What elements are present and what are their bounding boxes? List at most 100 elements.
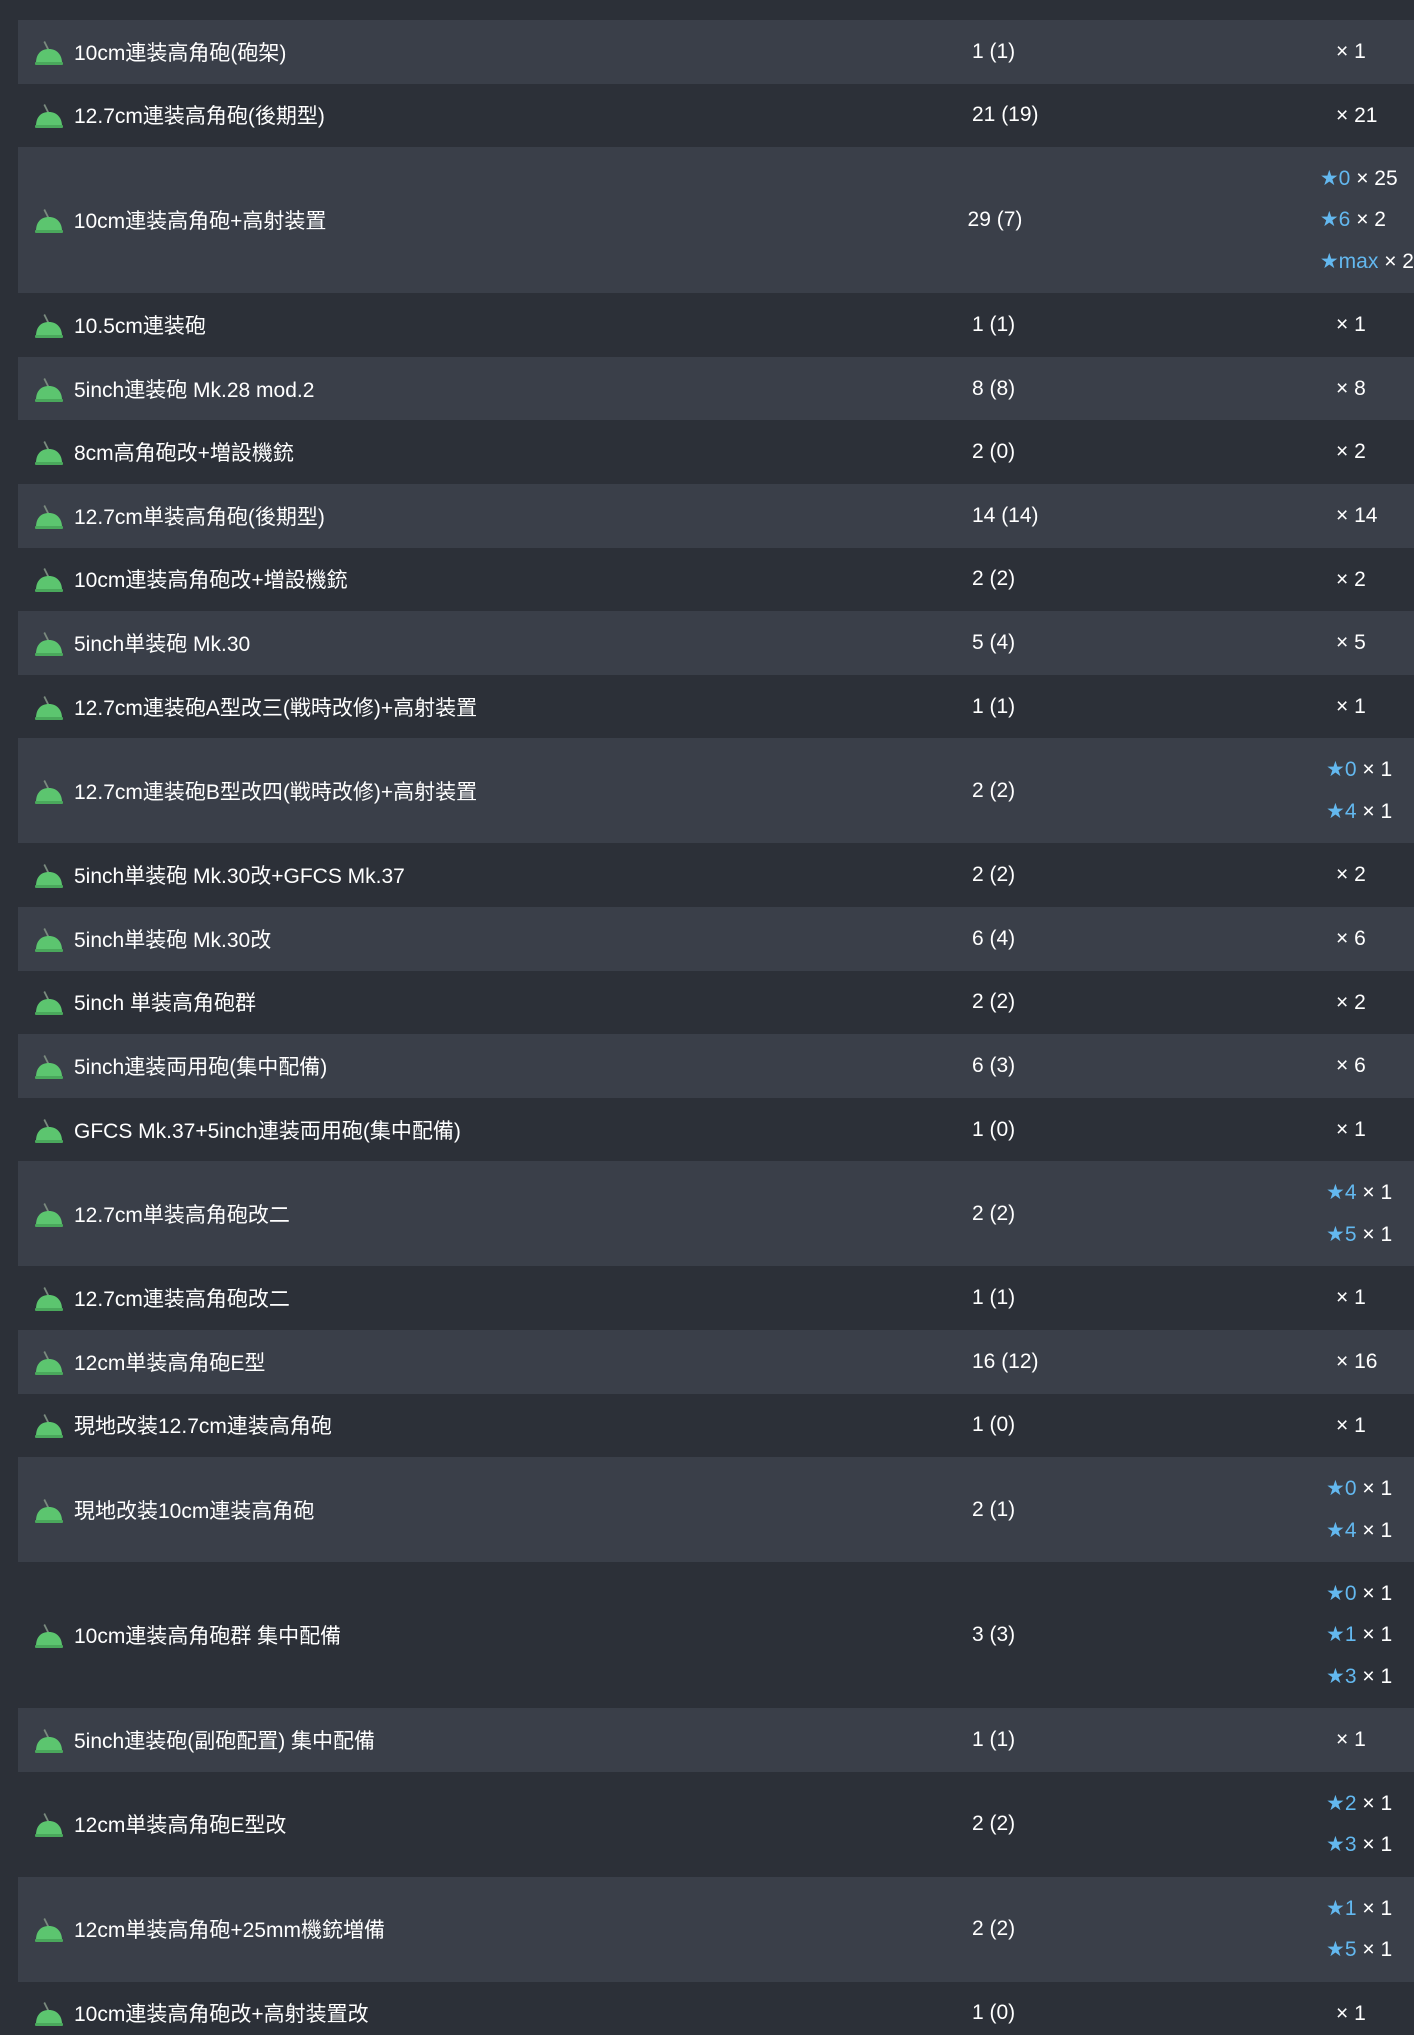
equipment-count: 1 (1): [972, 1286, 1016, 1310]
equipment-name: 5inch 単装高角砲群: [74, 992, 257, 1016]
quantity: × 1: [1362, 1623, 1393, 1647]
equipment-name: 5inch連装砲 Mk.28 mod.2: [74, 378, 315, 402]
equipment-count: 1 (1): [972, 694, 1016, 718]
improvement-breakdown: × 2: [1326, 431, 1414, 473]
quantity: × 1: [1336, 1286, 1366, 1310]
table-row: 5inch連装両用砲(集中配備) 6 (3) × 6: [18, 1034, 1414, 1098]
equipment-count: 6 (3): [972, 1053, 1016, 1077]
improvement-level: 4: [1344, 1181, 1357, 1205]
improvement-breakdown: × 1: [1326, 1109, 1414, 1151]
star-icon: ★: [1326, 1938, 1345, 1962]
equipment-name: 10.5cm連装砲: [74, 314, 206, 338]
improvement-breakdown: ★4 × 1 ★5 × 1: [1326, 1172, 1414, 1255]
quantity: × 2: [1336, 990, 1366, 1014]
star-icon: ★: [1326, 758, 1345, 782]
quantity: × 1: [1362, 1181, 1393, 1205]
quantity: × 5: [1336, 631, 1366, 655]
quantity: × 8: [1336, 376, 1366, 400]
star-icon: ★: [1326, 1477, 1345, 1501]
table-row: 5inch連装砲(副砲配置) 集中配備 1 (1) × 1: [18, 1708, 1414, 1772]
improvement-breakdown: ★0 × 1 ★4 × 1: [1326, 749, 1414, 832]
gun-mount-icon: [18, 971, 74, 1035]
equipment-name: 12.7cm連装砲A型改三(戦時改修)+高射装置: [74, 696, 478, 720]
table-row: 12.7cm単装高角砲(後期型) 14 (14) × 14: [18, 483, 1414, 548]
improvement-line: × 1: [1326, 1993, 1414, 2035]
gun-mount-icon: [18, 147, 74, 293]
improvement-line: × 1: [1326, 304, 1414, 346]
gun-mount-icon: [18, 1330, 74, 1394]
improvement-line: × 6: [1326, 918, 1414, 960]
quantity: × 2: [1336, 440, 1366, 464]
improvement-level: 6: [1338, 208, 1351, 232]
gun-mount-icon: [18, 1457, 74, 1562]
improvement-line: × 8: [1326, 368, 1414, 410]
quantity: × 1: [1362, 1222, 1393, 1246]
star-icon: ★: [1326, 1791, 1345, 1815]
improvement-breakdown: × 1: [1326, 686, 1414, 728]
star-icon: ★: [1326, 1833, 1345, 1857]
star-icon: ★: [1319, 166, 1339, 190]
table-row: GFCS Mk.37+5inch連装両用砲(集中配備) 1 (0) × 1: [18, 1097, 1414, 1162]
star-icon: ★: [1326, 1664, 1345, 1688]
equipment-count: 2 (2): [972, 1917, 1016, 1941]
quantity: × 1: [1362, 1938, 1393, 1962]
improvement-breakdown: × 1: [1326, 1405, 1414, 1447]
improvement-line: × 1: [1326, 31, 1414, 73]
table-row: 現地改装10cm連装高角砲 2 (1) ★0 × 1 ★4 × 1: [18, 1457, 1414, 1563]
equipment-name: 10cm連装高角砲(砲架): [74, 41, 287, 65]
equipment-count: 2 (0): [972, 440, 1016, 464]
equipment-count: 2 (2): [972, 778, 1016, 802]
equipment-count: 2 (2): [972, 1201, 1016, 1225]
table-row: 10cm連装高角砲+高射装置 29 (7) ★0 × 25 ★6 × 2 ★max × …: [18, 147, 1414, 294]
equipment-count: 1 (0): [972, 1413, 1016, 1437]
equipment-name: 8cm高角砲改+増設機銃: [74, 442, 294, 466]
improvement-breakdown: × 6: [1326, 1045, 1414, 1087]
improvement-breakdown: × 8: [1326, 368, 1414, 410]
equipment-count: 2 (2): [972, 990, 1016, 1014]
improvement-breakdown: ★0 × 1 ★4 × 1: [1326, 1468, 1414, 1551]
quantity: × 1: [1362, 1791, 1393, 1815]
quantity: × 2: [1356, 208, 1386, 232]
improvement-line: × 21: [1326, 95, 1414, 137]
equipment-name: 現地改装12.7cm連装高角砲: [74, 1415, 332, 1439]
equipment-name: 12.7cm連装砲B型改四(戦時改修)+高射装置: [74, 780, 478, 804]
improvement-level: 0: [1344, 1477, 1357, 1501]
improvement-breakdown: × 2: [1326, 854, 1414, 896]
equipment-name: GFCS Mk.37+5inch連装両用砲(集中配備): [74, 1119, 461, 1143]
quantity: × 1: [1362, 1518, 1393, 1542]
star-icon: ★: [1319, 249, 1339, 273]
gun-mount-icon: [18, 1772, 74, 1877]
table-row: 5inch単装砲 Mk.30改 6 (4) × 6: [18, 906, 1414, 971]
table-row: 8cm高角砲改+増設機銃 2 (0) × 2: [18, 420, 1414, 484]
table-row: 10cm連装高角砲群 集中配備 3 (3) ★0 × 1 ★1 × 1 ★3 × 1: [18, 1562, 1414, 1709]
improvement-line: ★4 × 1: [1326, 1510, 1414, 1552]
improvement-line: × 1: [1326, 1109, 1414, 1151]
quantity: × 1: [1362, 1664, 1393, 1688]
improvement-line: × 2: [1326, 431, 1414, 473]
gun-mount-icon: [18, 84, 74, 148]
gun-mount-icon: [18, 293, 74, 357]
quantity: × 1: [1362, 1833, 1393, 1857]
table-row: 5inch単装砲 Mk.30改+GFCS Mk.37 2 (2) × 2: [18, 843, 1414, 907]
table-row: 10cm連装高角砲(砲架) 1 (1) × 1: [18, 20, 1414, 84]
gun-mount-icon: [18, 20, 74, 84]
improvement-line: ★0 × 1: [1326, 749, 1414, 791]
improvement-line: ★3 × 1: [1326, 1656, 1414, 1698]
gun-mount-icon: [18, 1562, 74, 1708]
star-icon: ★: [1326, 1222, 1345, 1246]
equipment-count: 6 (4): [972, 926, 1016, 950]
gun-mount-icon: [18, 1098, 74, 1162]
improvement-breakdown: ★1 × 1 ★5 × 1: [1326, 1888, 1414, 1971]
improvement-level: 4: [1344, 1518, 1357, 1542]
quantity: × 25: [1356, 166, 1398, 190]
equipment-count: 1 (1): [972, 312, 1016, 336]
gun-mount-icon: [18, 907, 74, 971]
equipment-name: 12.7cm連装高角砲改二: [74, 1288, 290, 1312]
table-row: 10cm連装高角砲改+高射装置改 1 (0) × 1: [18, 1981, 1414, 2035]
improvement-line: ★0 × 25: [1320, 158, 1414, 200]
equipment-count: 1 (1): [972, 39, 1016, 63]
improvement-line: × 1: [1326, 1277, 1414, 1319]
table-row: 5inch 単装高角砲群 2 (2) × 2: [18, 970, 1414, 1035]
improvement-line: ★4 × 1: [1326, 791, 1414, 833]
improvement-level: 2: [1344, 1791, 1357, 1815]
